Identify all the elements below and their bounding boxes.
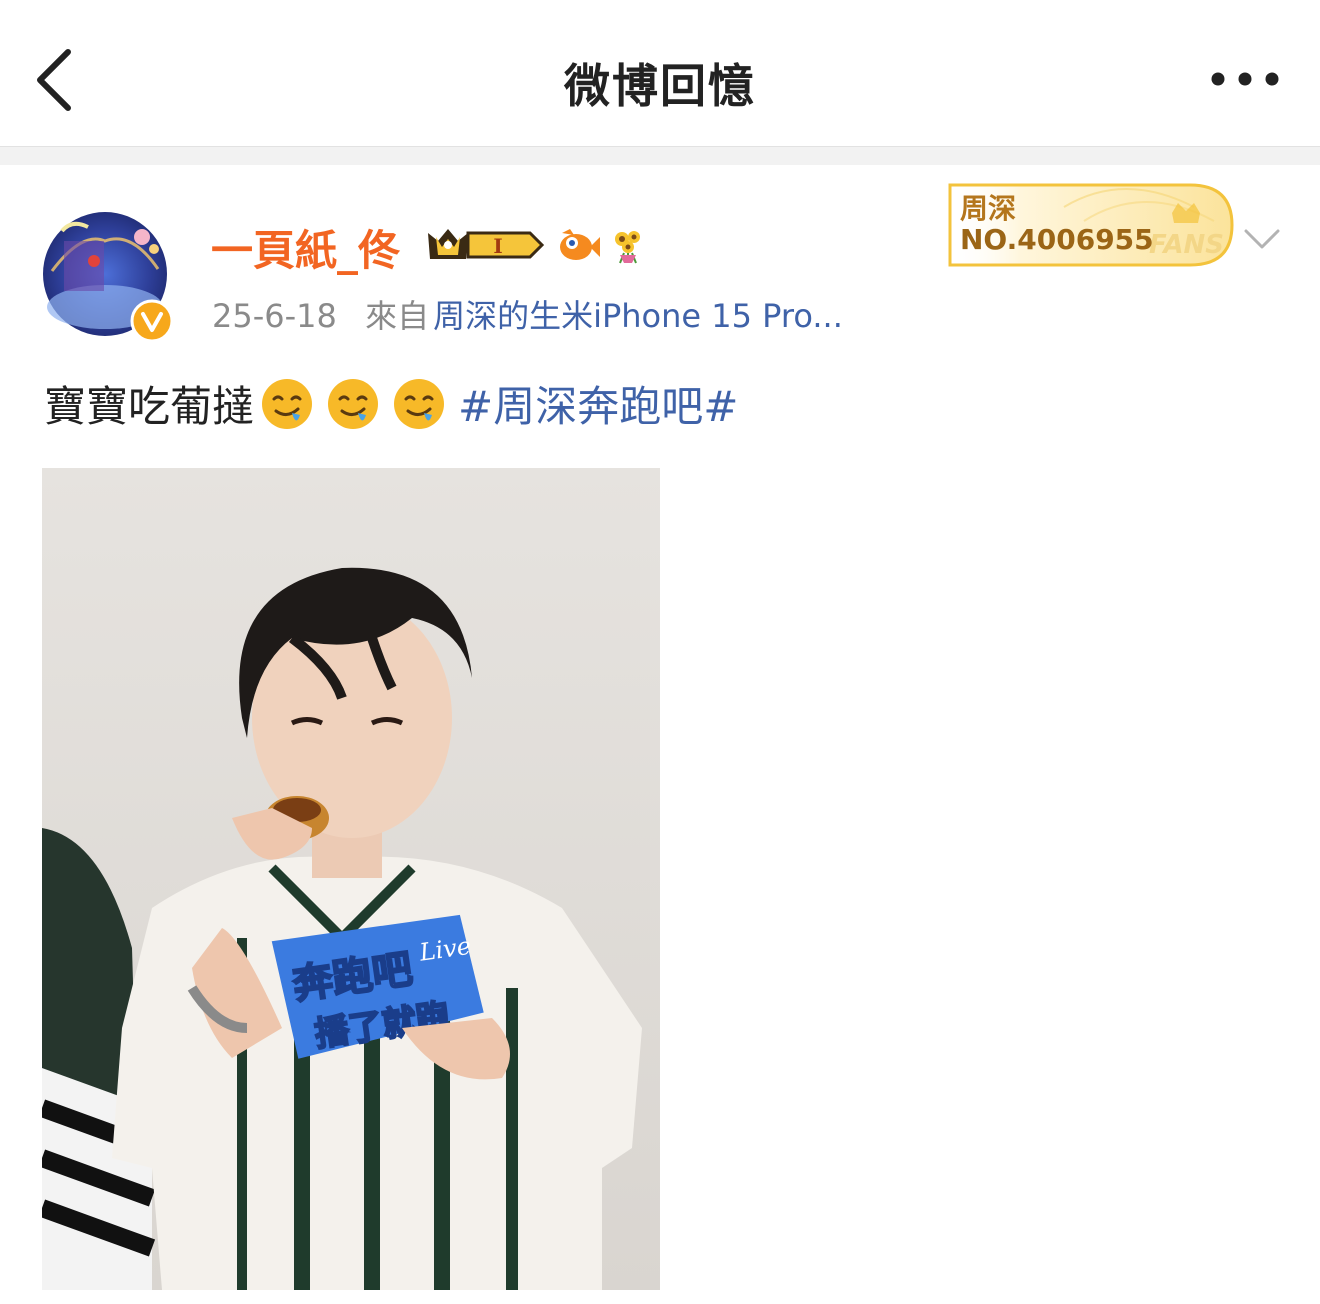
- post-options-dropdown[interactable]: [1242, 227, 1282, 251]
- fan-card-name: 周深: [960, 192, 1017, 225]
- verified-badge-icon: [130, 299, 174, 343]
- chevron-down-icon: [1244, 229, 1280, 249]
- post-text: 寶寶吃葡撻 #周深奔跑吧#: [44, 373, 738, 434]
- drooling-face-emoji: [328, 378, 379, 429]
- top-nav-bar: 微博回憶: [0, 0, 1320, 147]
- fan-card-number: NO.4006955: [960, 223, 1154, 256]
- crown-level-badge[interactable]: I: [426, 225, 546, 265]
- fish-icon: [560, 229, 600, 260]
- post-meta: 25-6-18 來自 周深的生米iPhone 15 Pro...: [212, 291, 843, 337]
- more-button[interactable]: [1210, 62, 1280, 96]
- section-divider: [0, 147, 1320, 165]
- weibo-post: 一頁紙_佟 I 25-6-18 來自 周深的生米iPhone 15 Pro...…: [0, 165, 1320, 1304]
- level-badge-text: I: [493, 234, 502, 258]
- username[interactable]: 一頁紙_佟: [211, 217, 400, 278]
- post-body-text: 寶寶吃葡撻: [44, 382, 255, 431]
- sunflower-icon: [615, 231, 640, 264]
- user-badges: I: [426, 223, 646, 267]
- fan-tag: FANS: [1149, 230, 1224, 260]
- more-dots-icon: [1211, 72, 1279, 86]
- source-prefix: 來自: [365, 297, 430, 335]
- post-source-link[interactable]: 周深的生米iPhone 15 Pro...: [433, 297, 843, 335]
- post-photo[interactable]: 奔跑吧 播了就跑 Live: [42, 468, 660, 1290]
- drooling-face-emoji: [394, 378, 445, 429]
- hashtag-link[interactable]: #周深奔跑吧#: [458, 373, 738, 434]
- post-date: 25-6-18: [212, 297, 337, 335]
- avatar[interactable]: [42, 211, 174, 343]
- page-title: 微博回憶: [564, 59, 756, 113]
- drooling-face-emoji: [262, 378, 313, 429]
